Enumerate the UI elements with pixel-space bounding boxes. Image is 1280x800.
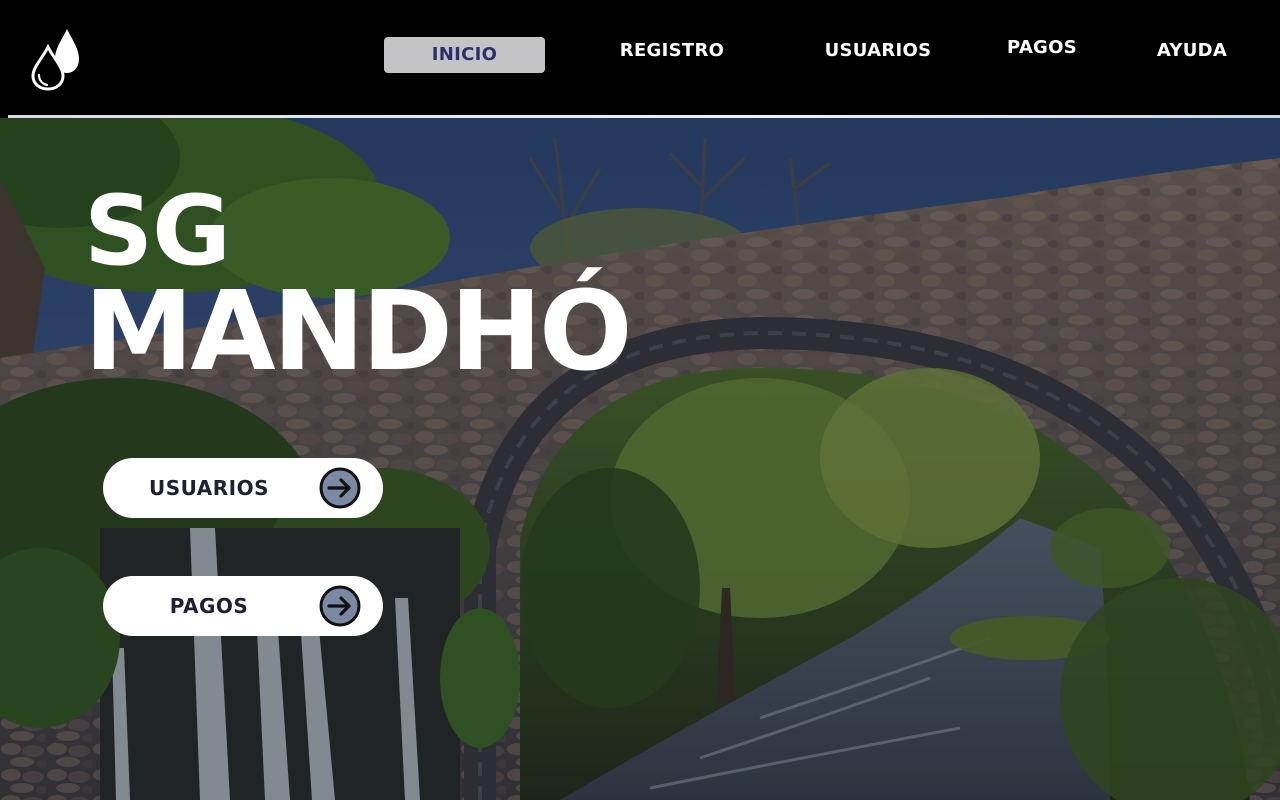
usuarios-button-label: USUARIOS: [149, 476, 269, 500]
site-title-line-1: SG: [84, 175, 231, 287]
pagos-button-label: PAGOS: [169, 594, 249, 618]
usuarios-button[interactable]: USUARIOS: [103, 458, 383, 518]
arrow-right-circle-icon: [319, 585, 361, 627]
arrow-right-circle-icon: [319, 467, 361, 509]
nav-item-usuarios[interactable]: USUARIOS: [808, 33, 948, 69]
pagos-button[interactable]: PAGOS: [103, 576, 383, 636]
nav-item-ayuda[interactable]: AYUDA: [1142, 33, 1242, 69]
site-title: SG MANDHÓ: [84, 175, 633, 396]
nav-item-registro[interactable]: REGISTRO: [602, 33, 742, 69]
site-title-line-2: MANDHÓ: [84, 267, 633, 396]
water-drops-icon[interactable]: [30, 27, 82, 91]
hero-section: SG MANDHÓ USUARIOS PAGOS: [0, 118, 1280, 800]
nav-item-pagos[interactable]: PAGOS: [992, 30, 1092, 66]
page: INICIO REGISTRO USUARIOS PAGOS AYUDA SG …: [0, 0, 1280, 800]
top-navbar: INICIO REGISTRO USUARIOS PAGOS AYUDA: [0, 0, 1280, 115]
nav-item-inicio[interactable]: INICIO: [384, 37, 545, 73]
